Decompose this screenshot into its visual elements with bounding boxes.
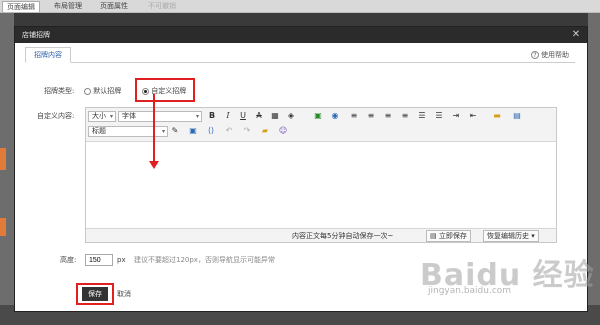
help-label: 使用帮助 <box>541 51 569 59</box>
dialog-title: 店铺招牌 <box>22 31 50 39</box>
watermark-url: jingyan.baidu.com <box>428 286 512 296</box>
ordered-list-icon[interactable]: ☰ <box>417 111 427 121</box>
highlight-custom-sign <box>135 78 195 102</box>
font-family-select[interactable]: 字体 ▾ <box>118 111 202 122</box>
custom-content-label: 自定义内容: <box>37 112 75 120</box>
backdrop-left <box>0 13 14 325</box>
outdent-icon[interactable]: ⇤ <box>468 111 478 121</box>
height-unit: px <box>117 256 126 264</box>
emoji-icon[interactable]: ☺ <box>278 126 288 136</box>
align-left-icon[interactable]: ≡ <box>349 111 359 121</box>
link-icon[interactable]: ⟨⟩ <box>206 126 216 136</box>
undo-icon[interactable]: ↶ <box>224 126 234 136</box>
annotation-arrow-head <box>149 161 159 169</box>
dialog-tab-row: 招牌内容 ? 使用帮助 <box>25 47 575 63</box>
strikethrough-icon[interactable]: A <box>254 111 264 121</box>
tab-undo: 不可撤销 <box>148 2 176 10</box>
bold-icon[interactable]: B <box>207 111 217 121</box>
cancel-link[interactable]: 取消 <box>117 289 131 299</box>
font-size-select[interactable]: 大小 ▾ <box>88 111 116 122</box>
video-icon[interactable]: ▣ <box>188 126 198 136</box>
editor-toolbar: 大小 ▾ 字体 ▾ B I U A ▦ ◈ ▣ ◉ ≡ ≡ ≡ ≡ ☰ ☰ ⇥ ⇤ … <box>86 108 556 142</box>
height-hint: 建议不要超过120px，否则导航显示可能异常 <box>134 256 275 264</box>
horizontal-rule-icon[interactable]: ▬ <box>492 111 502 121</box>
help-link[interactable]: ? 使用帮助 <box>531 50 569 60</box>
rich-text-editor[interactable]: 大小 ▾ 字体 ▾ B I U A ▦ ◈ ▣ ◉ ≡ ≡ ≡ ≡ ☰ ☰ ⇥ ⇤ … <box>85 107 557 243</box>
top-tab-bar: 页面编辑 布局管理 页面属性 不可撤销 <box>0 0 600 13</box>
indent-icon[interactable]: ⇥ <box>451 111 461 121</box>
align-justify-icon[interactable]: ≡ <box>400 111 410 121</box>
redo-icon[interactable]: ↷ <box>242 126 252 136</box>
globe-icon[interactable]: ◉ <box>330 111 340 121</box>
save-button[interactable]: 保存 <box>82 287 108 301</box>
align-center-icon[interactable]: ≡ <box>366 111 376 121</box>
unordered-list-icon[interactable]: ☰ <box>434 111 444 121</box>
radio-default-sign[interactable]: 默认招牌 <box>84 86 121 96</box>
image-icon[interactable]: ▣ <box>313 111 323 121</box>
editor-status-bar: 内容正文每5分钟自动保存一次~ ▤ 立即保存 恢复编辑历史 ▾ <box>86 228 556 242</box>
clear-format-icon[interactable]: ✎ <box>170 126 180 136</box>
question-icon: ? <box>531 51 539 59</box>
dialog-title-bar: 店铺招牌 <box>15 27 587 43</box>
folder-icon[interactable]: ▰ <box>260 126 270 136</box>
paint-bucket-icon[interactable]: ◈ <box>286 111 296 121</box>
save-now-button[interactable]: ▤ 立即保存 <box>426 230 471 242</box>
sign-type-label: 招牌类型: <box>44 87 75 95</box>
radio-default-label: 默认招牌 <box>93 87 122 95</box>
table-icon[interactable]: ▦ <box>270 111 280 121</box>
tab-sign-content[interactable]: 招牌内容 <box>25 47 71 63</box>
height-input[interactable] <box>85 254 113 266</box>
heading-select[interactable]: 标题 ▾ <box>88 126 168 137</box>
align-right-icon[interactable]: ≡ <box>383 111 393 121</box>
source-code-icon[interactable]: ▤ <box>512 111 522 121</box>
chevron-down-icon: ▾ <box>529 232 535 240</box>
height-label: 高度: <box>60 256 77 264</box>
close-icon[interactable]: ✕ <box>571 30 581 40</box>
radio-default-icon <box>84 87 91 95</box>
tab-layout-manage[interactable]: 布局管理 <box>50 1 86 12</box>
tab-page-edit[interactable]: 页面编辑 <box>2 1 40 12</box>
tab-page-properties[interactable]: 页面属性 <box>96 1 132 12</box>
save-now-icon: ▤ <box>430 232 437 240</box>
underline-icon[interactable]: U <box>238 111 248 121</box>
italic-icon[interactable]: I <box>223 111 233 121</box>
annotation-arrow-line <box>153 94 155 162</box>
autosave-status: 内容正文每5分钟自动保存一次~ <box>292 232 394 240</box>
restore-history-button[interactable]: 恢复编辑历史 ▾ <box>483 230 539 242</box>
